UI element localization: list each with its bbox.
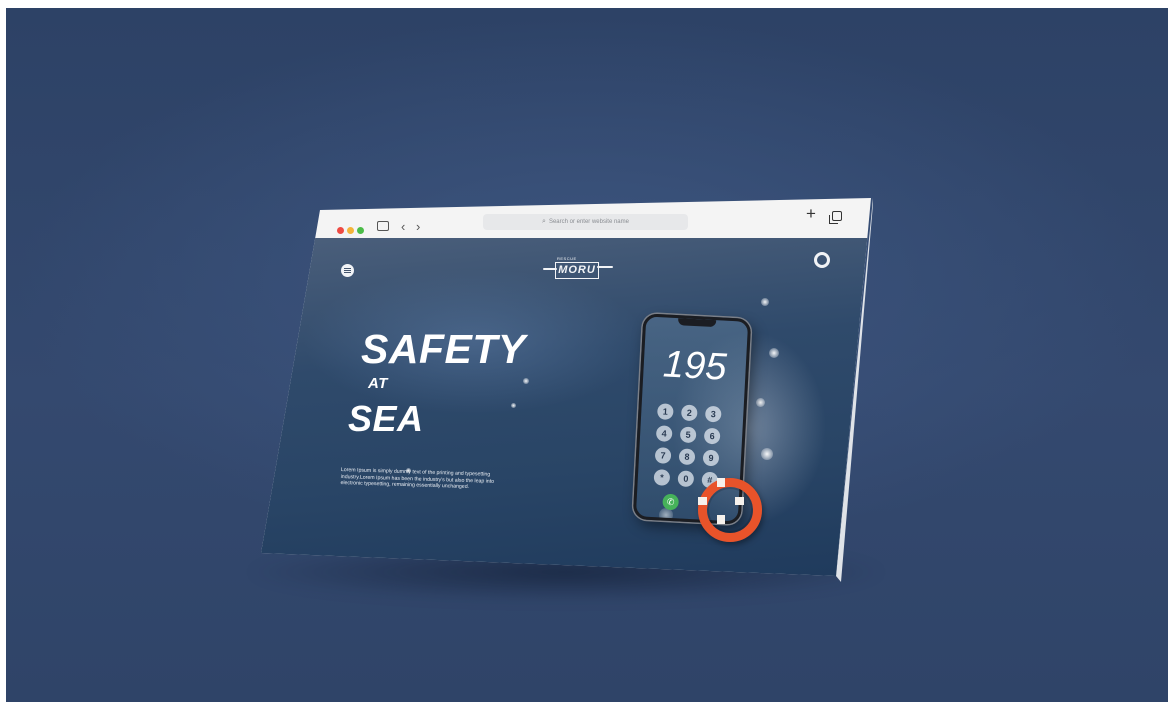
logo-swoosh-right [597,266,613,268]
keypad-key[interactable]: 9 [702,449,720,467]
life-ring-band [698,497,707,505]
back-icon[interactable]: ‹ [401,220,405,233]
life-ring-band [735,497,744,505]
headline-safety: SAFETY [361,326,526,372]
hero-section: RESCUE MORU SAFETY AT SEA Lorem Ipsum is… [261,238,871,576]
minimize-window-button[interactable] [347,227,354,234]
site-logo[interactable]: RESCUE MORU [543,256,613,284]
search-icon: ⌕ [542,218,546,225]
keypad-key[interactable]: 3 [704,405,722,423]
life-ring-band [717,478,725,487]
keypad-key[interactable]: * [653,469,671,486]
sea-sparkle [756,398,765,407]
keypad-key[interactable]: 2 [680,404,698,422]
keypad-key[interactable]: 0 [677,470,695,488]
phone-call-icon[interactable]: ✆ [662,493,680,511]
sea-sparkle [511,403,516,408]
keypad-key[interactable]: 6 [703,427,721,445]
phone-keypad: 1 2 3 4 5 6 7 8 9 * 0 # [653,403,729,489]
forward-icon[interactable]: › [416,220,420,233]
phone-notch [677,318,717,328]
logo-top-text: RESCUE [557,256,577,261]
headline-sea: SEA [348,398,424,439]
keypad-key[interactable]: 5 [679,426,697,444]
close-window-button[interactable] [337,227,344,234]
address-bar[interactable]: ⌕ Search or enter website name [483,214,688,230]
logo-wordmark: MORU [555,262,599,279]
headline-at: AT [368,375,388,392]
keypad-key[interactable]: 8 [678,448,696,466]
lifebuoy-icon[interactable] [814,252,830,268]
sea-sparkle [761,298,769,306]
life-ring-band [717,515,725,524]
life-ring-image [698,478,762,542]
sea-sparkle [523,378,529,384]
keypad-key[interactable]: 1 [656,403,674,421]
keypad-key[interactable]: 4 [655,425,673,442]
address-placeholder: Search or enter website name [548,219,629,225]
copy-tabs-icon[interactable] [829,211,842,224]
maximize-window-button[interactable] [357,227,364,234]
sea-sparkle [769,348,779,358]
hero-description: Lorem Ipsum is simply dummy text of the … [340,467,495,491]
sea-sparkle [761,448,773,460]
emergency-number: 195 [662,343,728,389]
browser-window: ‹ › ⌕ Search or enter website name + RES… [261,198,871,576]
tab-overview-icon[interactable] [377,221,389,231]
plus-icon[interactable]: + [806,205,816,222]
keypad-key[interactable]: 7 [654,447,672,464]
menu-icon[interactable] [341,264,354,277]
mockup-stage: ‹ › ⌕ Search or enter website name + RES… [6,8,1168,702]
